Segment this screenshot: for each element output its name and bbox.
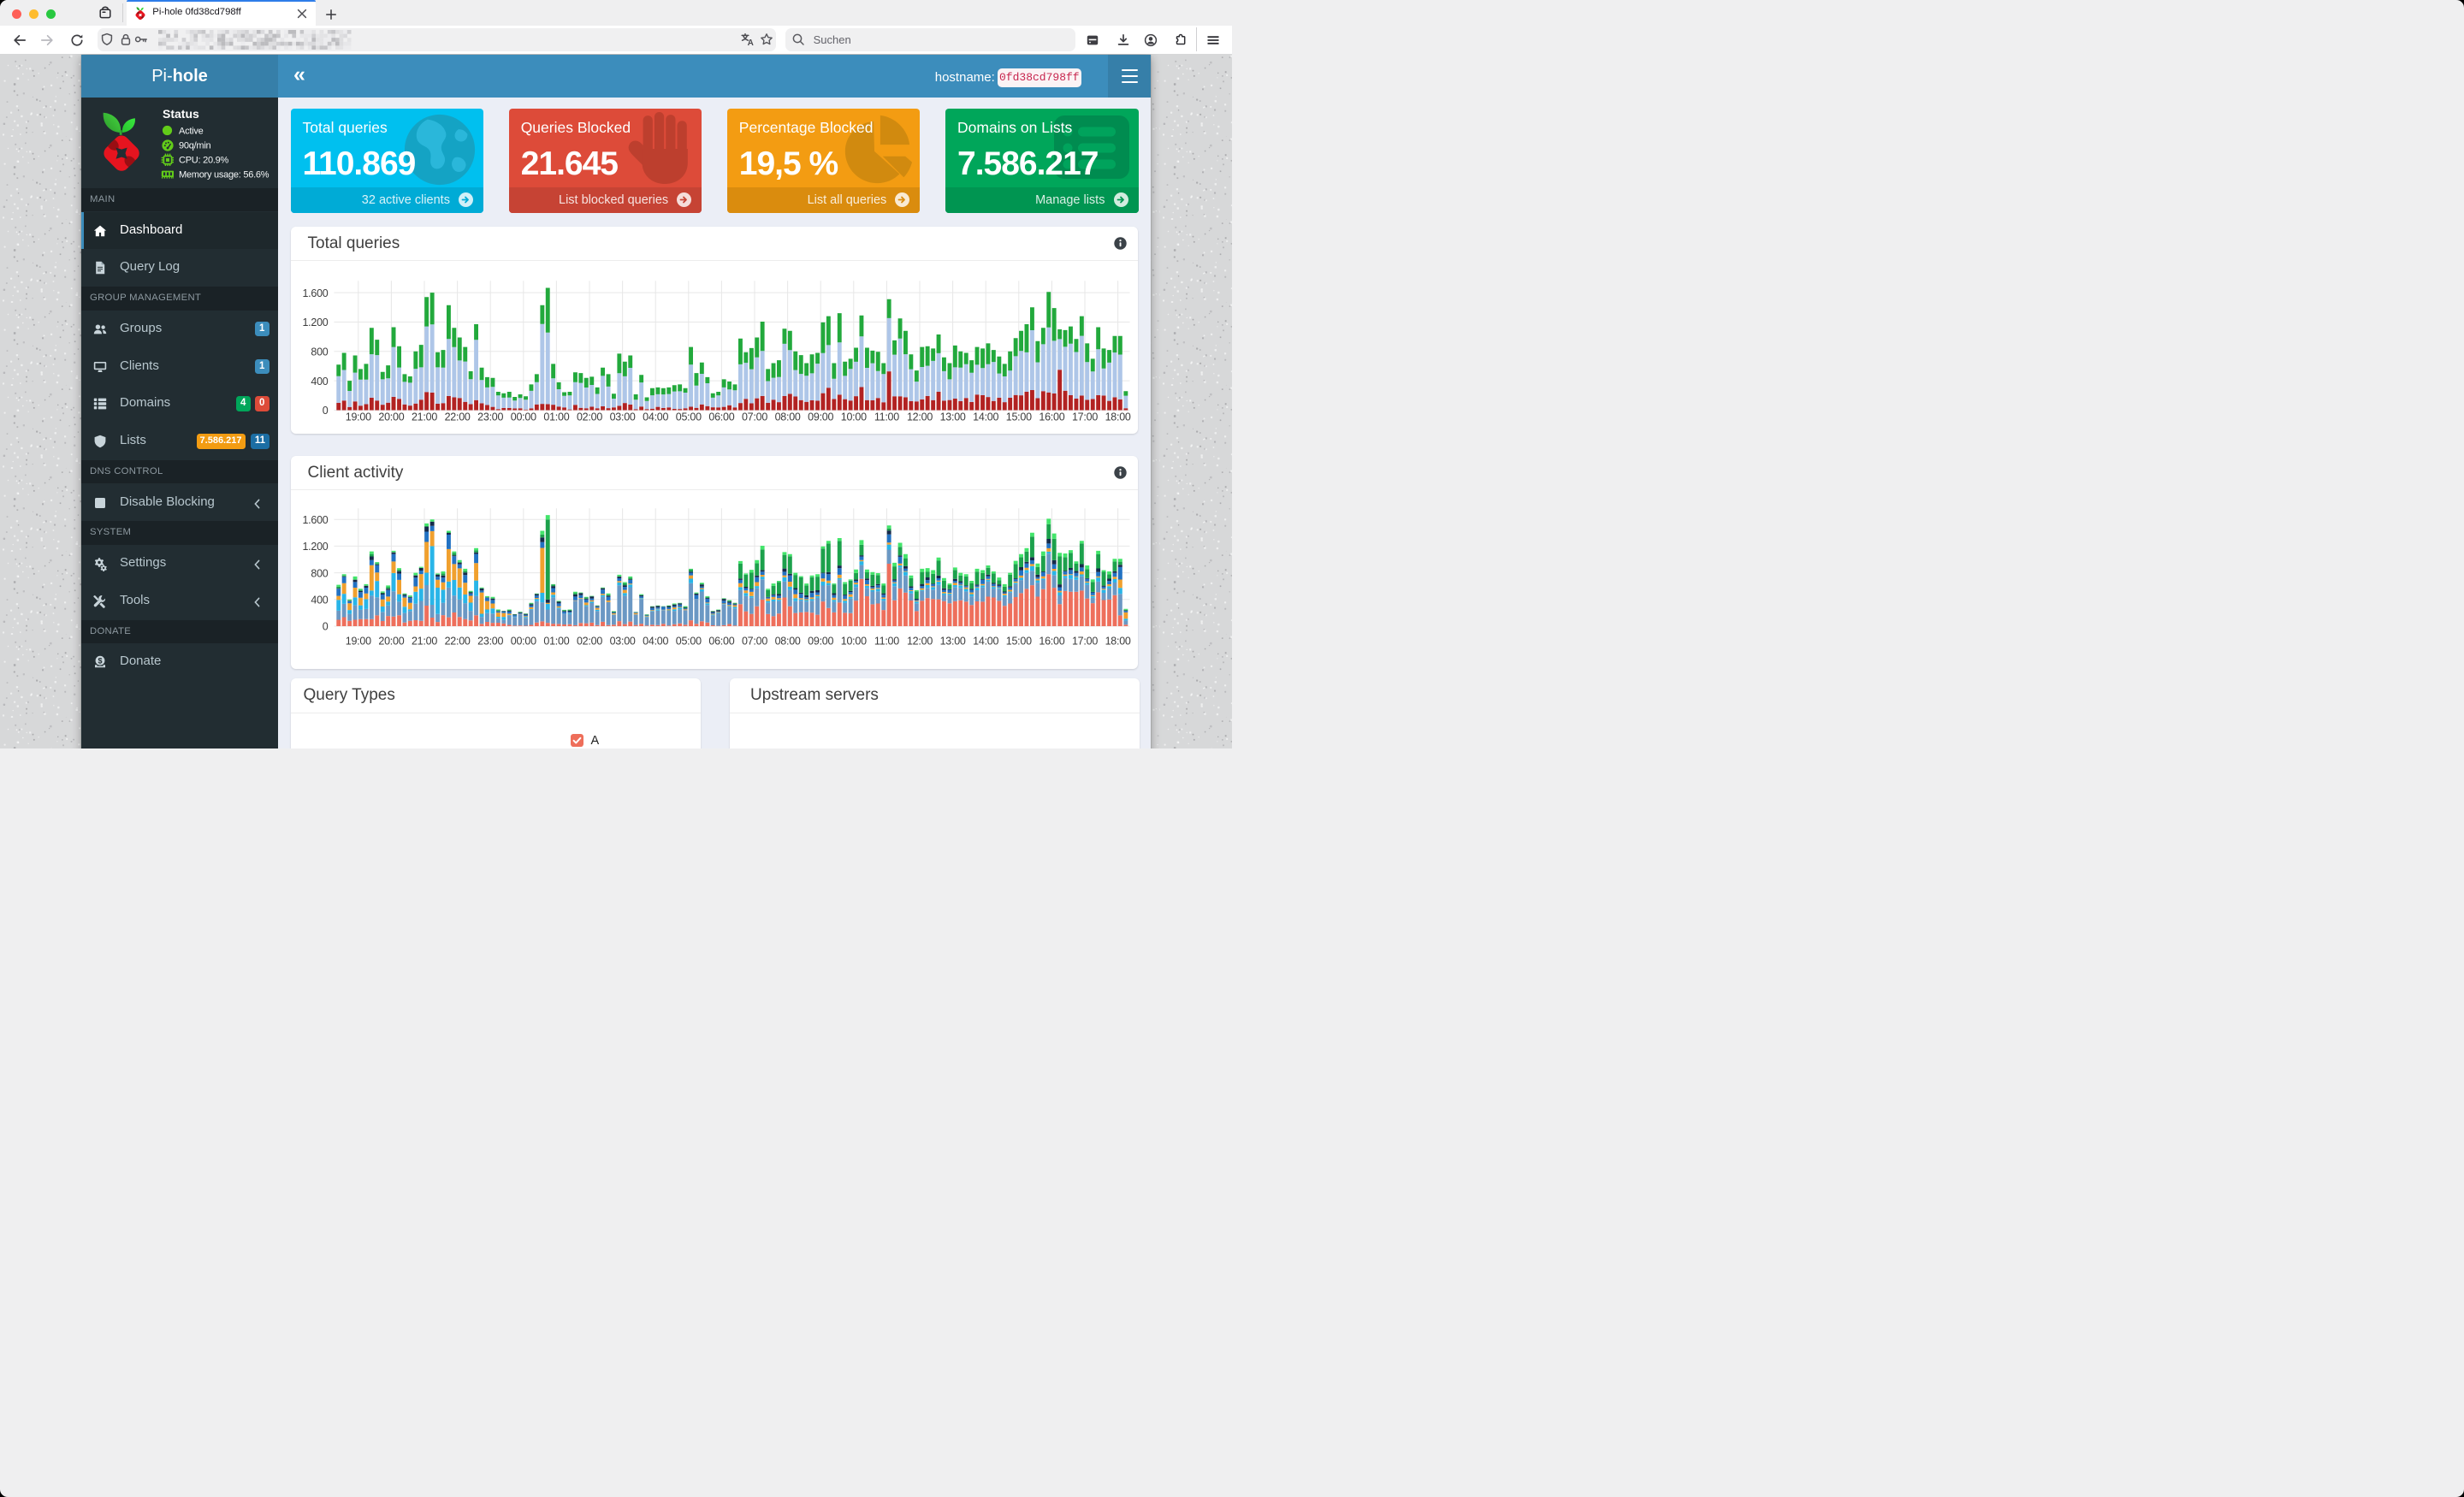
svg-text:10:00: 10:00 bbox=[840, 635, 866, 647]
svg-text:09:00: 09:00 bbox=[808, 411, 833, 423]
svg-text:08:00: 08:00 bbox=[774, 411, 800, 423]
svg-text:13:00: 13:00 bbox=[939, 411, 965, 423]
svg-text:02:00: 02:00 bbox=[576, 635, 601, 647]
svg-text:01:00: 01:00 bbox=[543, 411, 569, 423]
svg-text:21:00: 21:00 bbox=[411, 411, 436, 423]
svg-text:19:00: 19:00 bbox=[345, 635, 370, 647]
svg-text:23:00: 23:00 bbox=[477, 411, 503, 423]
svg-text:20:00: 20:00 bbox=[378, 635, 404, 647]
svg-text:04:00: 04:00 bbox=[643, 635, 668, 647]
svg-text:23:00: 23:00 bbox=[477, 635, 503, 647]
svg-text:20:00: 20:00 bbox=[378, 411, 404, 423]
svg-text:02:00: 02:00 bbox=[576, 411, 601, 423]
svg-text:22:00: 22:00 bbox=[444, 411, 470, 423]
svg-text:06:00: 06:00 bbox=[708, 411, 734, 423]
svg-text:0: 0 bbox=[322, 620, 328, 632]
svg-text:08:00: 08:00 bbox=[774, 635, 800, 647]
svg-text:15:00: 15:00 bbox=[1005, 635, 1031, 647]
svg-text:21:00: 21:00 bbox=[411, 635, 436, 647]
svg-text:06:00: 06:00 bbox=[708, 635, 734, 647]
svg-text:1.600: 1.600 bbox=[302, 514, 328, 526]
svg-text:07:00: 07:00 bbox=[741, 411, 767, 423]
svg-text:1.200: 1.200 bbox=[302, 541, 328, 553]
svg-text:400: 400 bbox=[311, 375, 328, 387]
svg-text:22:00: 22:00 bbox=[444, 635, 470, 647]
svg-text:0: 0 bbox=[322, 405, 328, 417]
svg-text:800: 800 bbox=[311, 346, 328, 358]
svg-text:11:00: 11:00 bbox=[874, 635, 898, 647]
svg-text:400: 400 bbox=[311, 594, 328, 606]
svg-text:12:00: 12:00 bbox=[906, 635, 932, 647]
svg-text:05:00: 05:00 bbox=[675, 411, 701, 423]
svg-text:10:00: 10:00 bbox=[840, 411, 866, 423]
svg-text:18:00: 18:00 bbox=[1105, 635, 1130, 647]
svg-text:12:00: 12:00 bbox=[906, 411, 932, 423]
svg-text:A: A bbox=[747, 38, 753, 46]
svg-text:16:00: 16:00 bbox=[1039, 635, 1064, 647]
svg-text:16:00: 16:00 bbox=[1039, 411, 1064, 423]
svg-text:09:00: 09:00 bbox=[808, 635, 833, 647]
svg-text:00:00: 00:00 bbox=[510, 635, 536, 647]
svg-text:07:00: 07:00 bbox=[741, 635, 767, 647]
svg-text:03:00: 03:00 bbox=[609, 635, 635, 647]
svg-text:1.600: 1.600 bbox=[302, 287, 328, 299]
svg-text:18:00: 18:00 bbox=[1105, 411, 1130, 423]
svg-text:03:00: 03:00 bbox=[609, 411, 635, 423]
svg-text:04:00: 04:00 bbox=[643, 411, 668, 423]
svg-text:1.200: 1.200 bbox=[302, 317, 328, 328]
svg-text:14:00: 14:00 bbox=[973, 635, 998, 647]
svg-text:14:00: 14:00 bbox=[973, 411, 998, 423]
svg-text:01:00: 01:00 bbox=[543, 635, 569, 647]
svg-text:800: 800 bbox=[311, 567, 328, 579]
svg-text:15:00: 15:00 bbox=[1005, 411, 1031, 423]
svg-text:17:00: 17:00 bbox=[1071, 635, 1097, 647]
svg-text:11:00: 11:00 bbox=[874, 411, 898, 423]
svg-text:05:00: 05:00 bbox=[675, 635, 701, 647]
svg-text:17:00: 17:00 bbox=[1071, 411, 1097, 423]
svg-text:$: $ bbox=[98, 656, 102, 665]
svg-text:00:00: 00:00 bbox=[510, 411, 536, 423]
svg-text:13:00: 13:00 bbox=[939, 635, 965, 647]
svg-text:19:00: 19:00 bbox=[345, 411, 370, 423]
